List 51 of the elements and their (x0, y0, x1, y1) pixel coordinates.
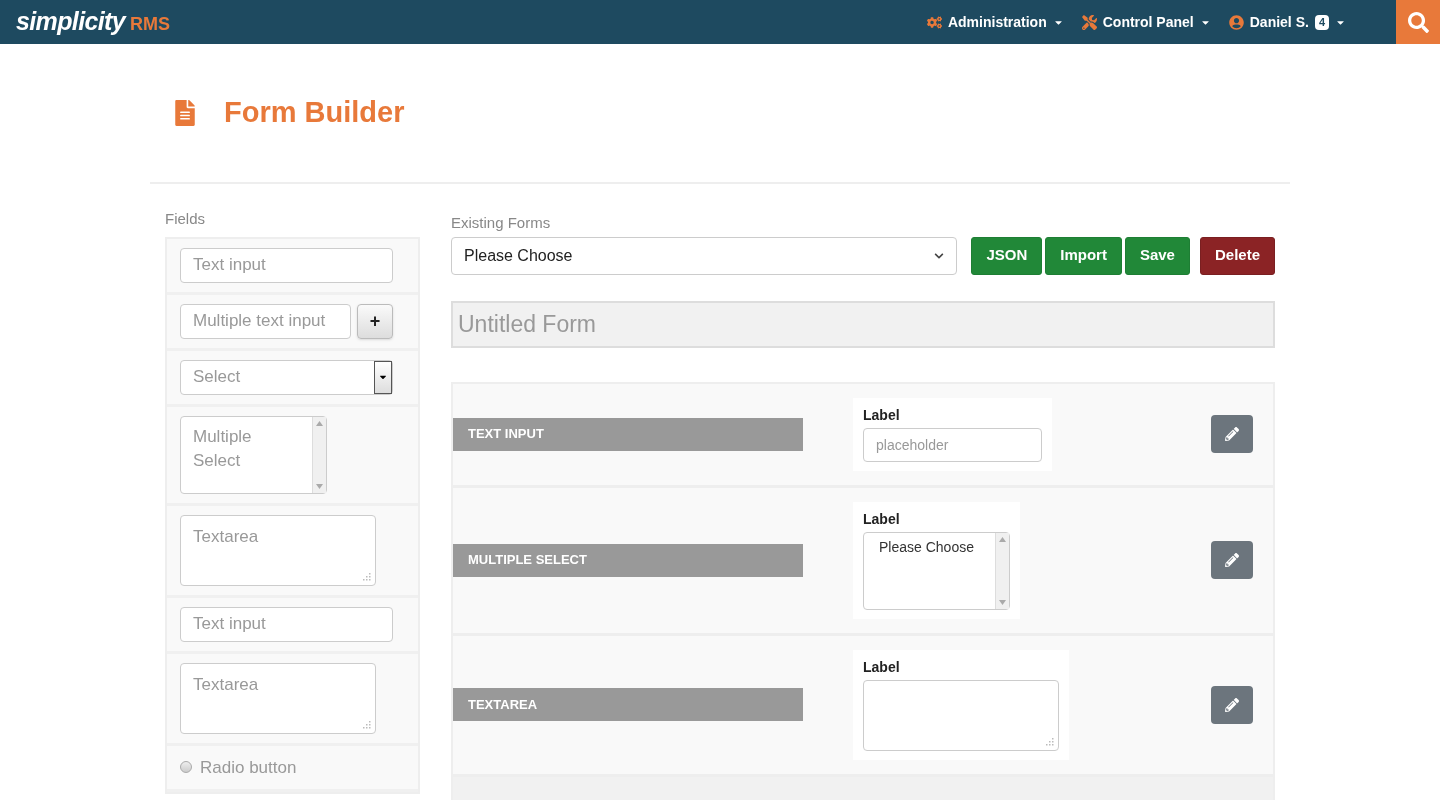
edit-button[interactable] (1211, 541, 1253, 579)
action-button[interactable]: JSON (971, 236, 1043, 275)
preview-input-field[interactable]: placeholder (863, 427, 1042, 462)
resize-grip-icon (362, 719, 371, 729)
action-button[interactable]: Save (1124, 236, 1190, 275)
pencil-icon (1225, 553, 1239, 567)
gears-icon (926, 14, 942, 30)
scrollbar[interactable] (312, 416, 326, 493)
nav-menu[interactable]: Control Panel (1081, 11, 1211, 33)
edit-button[interactable] (1211, 415, 1253, 453)
scrollbar[interactable] (995, 532, 1009, 609)
existing-forms-label: Existing Forms (451, 213, 552, 233)
document-icon (172, 100, 198, 126)
nav-menu[interactable]: Daniel S. 4 (1228, 11, 1346, 33)
page-title: Form Builder (224, 95, 405, 131)
resize-grip-icon (362, 571, 371, 581)
preview-multi-select[interactable]: Please Choose (863, 531, 1010, 610)
notification-badge: 4 (1314, 14, 1329, 30)
scroll-down-arrow-icon[interactable] (999, 599, 1006, 605)
form-title-field[interactable]: Untitled Form (451, 300, 1275, 348)
edit-button[interactable] (1211, 685, 1253, 724)
user-icon (1228, 14, 1244, 30)
radio-button[interactable] (180, 761, 192, 774)
action-button[interactable]: Delete (1199, 236, 1275, 275)
scroll-up-arrow-icon[interactable] (999, 536, 1006, 542)
action-button[interactable]: Import (1045, 236, 1122, 275)
tools-icon (1081, 14, 1097, 30)
fields-heading: Fields (165, 209, 206, 229)
preview-textarea[interactable] (863, 679, 1059, 751)
field-type-bar: MULTIPLE SELECT (453, 543, 803, 577)
radio-label: Radio button (200, 756, 297, 779)
field-label: Label (863, 405, 901, 425)
field-type-bar: TEXT INPUT (453, 417, 803, 451)
logo[interactable]: simplicity RMS (16, 3, 171, 41)
nav-menu[interactable]: Administration (926, 11, 1064, 33)
text-input-field[interactable]: Multiple text input (180, 303, 351, 339)
resize-grip-icon (1045, 736, 1054, 746)
search-button[interactable] (1396, 0, 1440, 44)
pencil-icon (1225, 427, 1239, 441)
text-input-field[interactable]: Text input (180, 606, 393, 642)
field-label: Label (863, 509, 901, 529)
pencil-icon (1225, 697, 1239, 712)
scroll-up-arrow-icon[interactable] (316, 420, 323, 426)
field-type-bar: TEXTAREA (453, 688, 803, 721)
chevron-icon (934, 250, 945, 261)
add-button[interactable]: + (357, 303, 393, 339)
text-input-field[interactable]: Text input (180, 247, 393, 283)
search-icon (1407, 11, 1429, 33)
scroll-down-arrow-icon[interactable] (316, 483, 323, 489)
field-label: Label (863, 657, 901, 677)
forms-select[interactable]: Please Choose (451, 236, 958, 275)
